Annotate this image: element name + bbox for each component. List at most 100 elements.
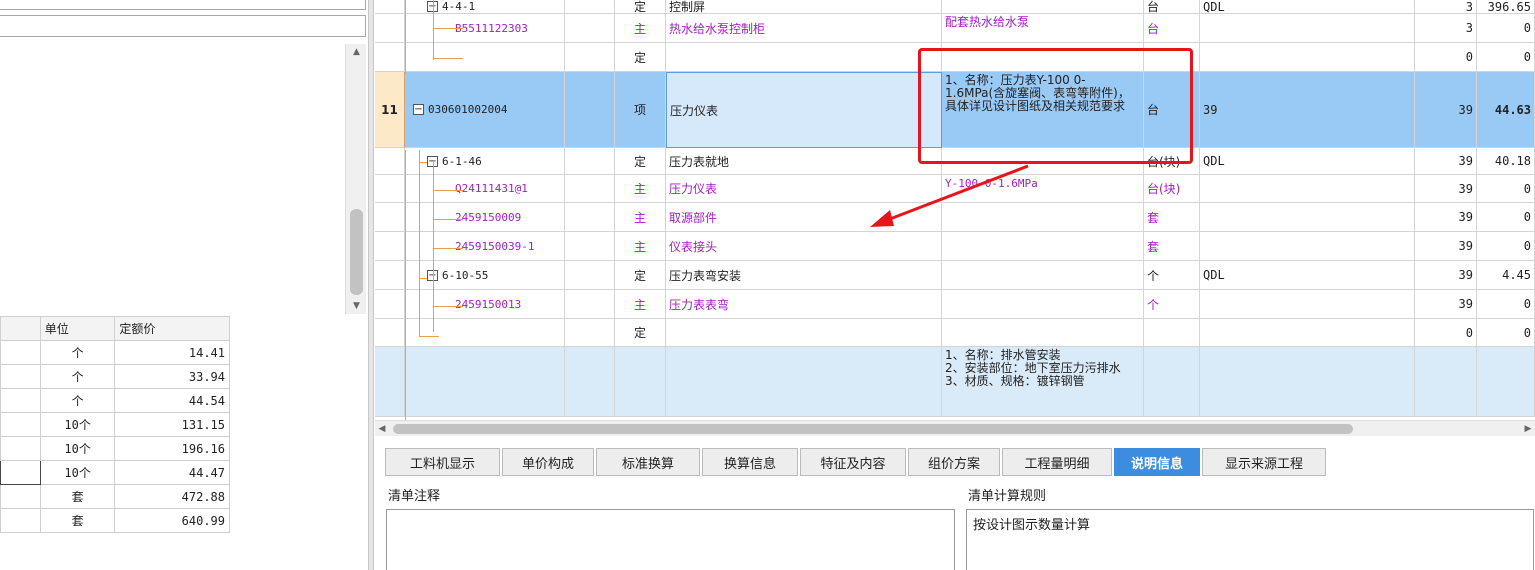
left-top-field-1[interactable] (0, 0, 366, 10)
table-cell-name[interactable]: 热水给水泵控制柜 (666, 14, 942, 43)
table-cell-price[interactable]: 0 (1477, 232, 1535, 261)
table-row[interactable]: 个 14.41 (0, 340, 230, 365)
table-cell-price[interactable]: 131.15 (114, 412, 230, 437)
table-cell-type[interactable]: 主 (615, 14, 666, 43)
table-cell-blank[interactable] (565, 347, 615, 417)
table-cell-price[interactable]: 4.45 (1477, 261, 1535, 290)
table-cell-qty[interactable] (1415, 347, 1477, 417)
table-cell-num[interactable] (375, 290, 405, 319)
table-cell-code[interactable] (405, 319, 565, 347)
table-cell-type[interactable]: 定 (615, 261, 666, 290)
collapse-icon[interactable]: − (413, 104, 424, 115)
table-cell-unit[interactable]: 套 (1144, 232, 1200, 261)
table-row[interactable]: 个 44.54 (0, 388, 230, 413)
tab-2[interactable]: 单价构成 (502, 448, 594, 476)
table-cell-unit[interactable]: 套 (1144, 203, 1200, 232)
table-cell-unit[interactable]: 个 (39, 340, 116, 365)
table-cell-num[interactable]: 11 (375, 72, 405, 148)
table-cell-unit[interactable]: 个 (39, 388, 116, 413)
table-cell-name[interactable]: 压力仪表 (666, 72, 942, 148)
table-cell-type[interactable]: 主 (615, 290, 666, 319)
scroll-right-icon[interactable]: ▶ (1521, 421, 1535, 437)
table-cell-price[interactable]: 33.94 (114, 364, 230, 389)
table-cell-blank[interactable] (0, 436, 41, 461)
table-cell-blank[interactable] (565, 14, 615, 43)
table-cell-unit[interactable]: 套 (39, 484, 116, 509)
table-cell-qty[interactable]: 39 (1415, 232, 1477, 261)
table-cell-expr[interactable] (1200, 290, 1415, 319)
left-top-field-2[interactable] (0, 15, 366, 37)
table-cell-code[interactable]: −6-10-55 (405, 261, 565, 290)
table-cell-qty[interactable]: 39 (1415, 290, 1477, 319)
table-cell-blank[interactable] (565, 0, 615, 14)
table-row[interactable]: 10个 131.15 (0, 412, 230, 437)
table-cell-num[interactable] (375, 14, 405, 43)
table-cell-price[interactable]: 0 (1477, 14, 1535, 43)
table-cell-expr[interactable] (1200, 319, 1415, 347)
tab-1[interactable]: 工料机显示 (385, 448, 500, 476)
table-row[interactable]: 套 640.99 (0, 508, 230, 533)
table-cell-qty[interactable]: 3 (1415, 0, 1477, 14)
table-cell-blank[interactable] (0, 508, 41, 533)
table-cell-qty[interactable]: 39 (1415, 148, 1477, 175)
table-cell-price[interactable]: 44.54 (114, 388, 230, 413)
table-cell-type[interactable]: 定 (615, 43, 666, 72)
table-cell-qty[interactable]: 0 (1415, 319, 1477, 347)
table-cell-name[interactable]: 压力表弯安装 (666, 261, 942, 290)
table-cell-blank[interactable] (0, 484, 41, 509)
table-cell-num[interactable] (375, 0, 405, 14)
table-cell-price[interactable]: 472.88 (114, 484, 230, 509)
tab-7[interactable]: 工程量明细 (1002, 448, 1112, 476)
column-header-price[interactable]: 定额价 (114, 316, 230, 341)
table-cell-code[interactable]: B5511122303 (405, 14, 565, 43)
table-cell-price[interactable]: 196.16 (114, 436, 230, 461)
panel-splitter[interactable] (368, 0, 374, 570)
table-row[interactable]: 1、名称：排水管安装 2、安装部位：地下室压力污排水 3、材质、规格：镀锌钢管 (375, 347, 1535, 417)
table-cell-type[interactable]: 项 (615, 72, 666, 148)
scroll-thumb[interactable] (350, 209, 363, 295)
table-cell-num[interactable] (375, 203, 405, 232)
table-cell-expr[interactable] (1200, 175, 1415, 203)
table-cell-type[interactable]: 定 (615, 0, 666, 14)
table-cell-qty[interactable]: 39 (1415, 261, 1477, 290)
table-cell-price[interactable]: 0 (1477, 43, 1535, 72)
scroll-down-icon[interactable]: ▼ (346, 298, 367, 314)
table-cell-feat[interactable] (942, 290, 1144, 319)
table-cell-code[interactable]: −030601002004 (405, 72, 565, 148)
bill-note-textarea[interactable] (386, 509, 955, 570)
table-cell-num[interactable] (375, 319, 405, 347)
tab-5[interactable]: 特征及内容 (800, 448, 906, 476)
calc-rule-textarea[interactable]: 按设计图示数量计算 (966, 509, 1534, 570)
table-cell-type[interactable]: 主 (615, 232, 666, 261)
table-cell-num[interactable] (375, 43, 405, 72)
table-row[interactable]: 10个 44.47 (0, 460, 230, 485)
table-cell-price[interactable] (1477, 347, 1535, 417)
table-cell-type[interactable]: 定 (615, 319, 666, 347)
scroll-up-icon[interactable]: ▲ (346, 44, 367, 60)
table-cell-blank[interactable] (565, 290, 615, 319)
table-cell-unit[interactable]: 10个 (39, 436, 116, 461)
table-cell-type[interactable]: 主 (615, 175, 666, 203)
table-cell-name[interactable]: 压力表表弯 (666, 290, 942, 319)
table-cell-code[interactable]: 2459150039-1 (405, 232, 565, 261)
table-cell-unit[interactable] (1144, 319, 1200, 347)
table-cell-unit[interactable]: 台 (1144, 0, 1200, 14)
table-cell-type[interactable] (615, 347, 666, 417)
table-cell-qty[interactable]: 39 (1415, 72, 1477, 148)
left-vertical-scrollbar[interactable]: ▲ ▼ (345, 44, 366, 314)
table-cell-name[interactable] (666, 43, 942, 72)
tab-4[interactable]: 换算信息 (702, 448, 798, 476)
table-cell-expr[interactable]: 39 (1200, 72, 1415, 148)
table-cell-expr[interactable] (1200, 203, 1415, 232)
table-cell-num[interactable] (375, 175, 405, 203)
table-cell-qty[interactable]: 39 (1415, 203, 1477, 232)
tab-9[interactable]: 显示来源工程 (1202, 448, 1326, 476)
table-cell-expr[interactable]: QDL (1200, 261, 1415, 290)
table-cell-code[interactable]: −4-4-1 (405, 0, 565, 14)
table-cell-price[interactable]: 44.47 (114, 460, 230, 485)
table-cell-name[interactable] (666, 319, 942, 347)
table-cell-blank[interactable] (565, 319, 615, 347)
table-cell-blank[interactable] (0, 412, 41, 437)
table-cell-expr[interactable] (1200, 43, 1415, 72)
table-cell-unit[interactable]: 10个 (39, 460, 116, 485)
